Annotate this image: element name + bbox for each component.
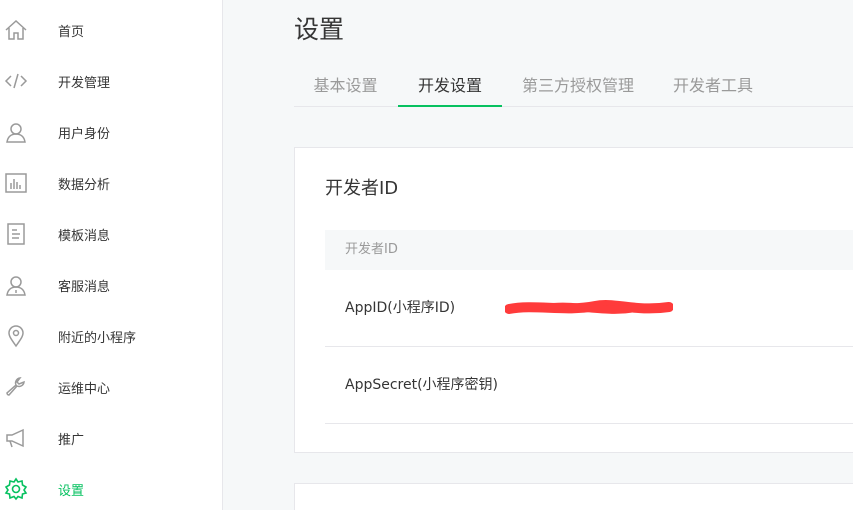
- tab-dev-settings[interactable]: 开发设置: [398, 66, 502, 107]
- gear-icon: [4, 477, 28, 501]
- wrench-icon: [4, 375, 28, 399]
- sidebar-item-label: 推广: [58, 432, 85, 448]
- sidebar: 首页 开发管理 用户身份 数据分析 模板消息 客服消息 附近的小程序 运维中心 …: [0, 0, 223, 510]
- sidebar-item-label: 模板消息: [58, 228, 111, 244]
- sidebar-item-nearby-miniprograms[interactable]: 附近的小程序: [0, 316, 222, 356]
- table-row-appsecret: AppSecret(小程序密钥): [325, 347, 853, 424]
- developer-id-card: 开发者ID 开发者ID AppID(小程序ID) AppSecret(小程序密钥…: [294, 147, 853, 453]
- table-row-appid: AppID(小程序ID): [325, 270, 853, 347]
- service-icon: [4, 273, 28, 297]
- user-icon: [4, 120, 28, 144]
- megaphone-icon: [4, 426, 28, 450]
- redaction-mark: [505, 300, 673, 314]
- sidebar-item-dev-management[interactable]: 开发管理: [0, 61, 222, 101]
- sidebar-item-customer-service[interactable]: 客服消息: [0, 265, 222, 305]
- code-icon: [4, 69, 28, 93]
- sidebar-item-label: 用户身份: [58, 126, 111, 142]
- sidebar-item-data-analysis[interactable]: 数据分析: [0, 163, 222, 203]
- next-card: [294, 483, 853, 510]
- card-title: 开发者ID: [325, 178, 399, 199]
- table-header: 开发者ID: [325, 230, 853, 270]
- tab-third-party-auth[interactable]: 第三方授权管理: [503, 66, 653, 106]
- main-content: 设置 基本设置 开发设置 第三方授权管理 开发者工具 开发者ID 开发者ID A…: [223, 0, 853, 510]
- row-label: AppID(小程序ID): [345, 300, 456, 316]
- location-icon: [4, 324, 28, 348]
- sidebar-item-label: 附近的小程序: [58, 330, 137, 346]
- sidebar-item-label: 客服消息: [58, 279, 111, 295]
- sidebar-item-home[interactable]: 首页: [0, 10, 222, 50]
- sidebar-item-label: 设置: [58, 483, 85, 499]
- sidebar-item-label: 运维中心: [58, 381, 111, 397]
- tab-basic-settings[interactable]: 基本设置: [294, 66, 397, 106]
- sidebar-item-label: 开发管理: [58, 75, 111, 91]
- sidebar-item-label: 数据分析: [58, 177, 111, 193]
- home-icon: [4, 18, 28, 42]
- page-title: 设置: [294, 15, 345, 44]
- sidebar-item-label: 首页: [58, 24, 85, 40]
- app-window: 首页 开发管理 用户身份 数据分析 模板消息 客服消息 附近的小程序 运维中心 …: [0, 0, 853, 510]
- sidebar-item-user-identity[interactable]: 用户身份: [0, 112, 222, 152]
- sidebar-item-settings[interactable]: 设置: [0, 469, 222, 509]
- sidebar-item-template-messages[interactable]: 模板消息: [0, 214, 222, 254]
- tab-bar: 基本设置 开发设置 第三方授权管理 开发者工具: [294, 66, 853, 107]
- sidebar-item-promotion[interactable]: 推广: [0, 418, 222, 458]
- row-label: AppSecret(小程序密钥): [345, 377, 499, 393]
- tab-dev-tools[interactable]: 开发者工具: [658, 66, 768, 106]
- sidebar-item-ops-center[interactable]: 运维中心: [0, 367, 222, 407]
- chart-icon: [4, 171, 28, 195]
- document-icon: [4, 222, 28, 246]
